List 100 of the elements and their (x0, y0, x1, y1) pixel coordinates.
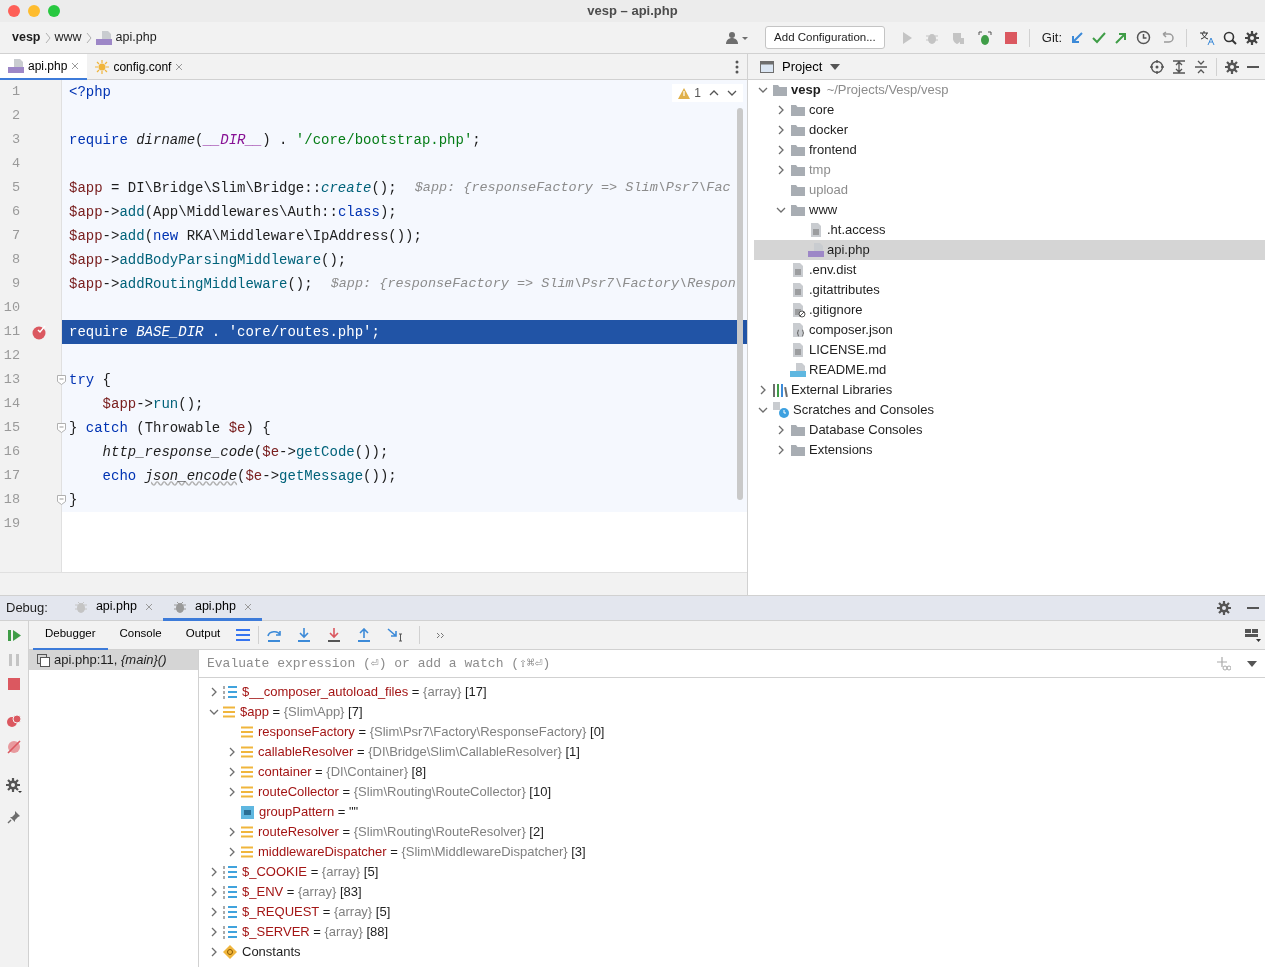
tree-item[interactable]: .ht.access (754, 220, 1265, 240)
expand-all-icon[interactable] (1172, 59, 1186, 74)
tree-item[interactable]: docker (754, 120, 1265, 140)
editor-tab[interactable]: api.php (0, 53, 88, 80)
chevron-right-icon[interactable] (229, 767, 235, 777)
tree-item[interactable]: Extensions (754, 440, 1265, 460)
variable-entry[interactable]: $_ENV = {array} [83] (242, 882, 362, 902)
variable-entry[interactable]: $_REQUEST = {array} [5] (242, 902, 391, 922)
variable-entry[interactable]: $_COOKIE = {array} [5] (242, 862, 379, 882)
chevron-right-icon[interactable] (211, 687, 217, 697)
breadcrumb-item[interactable]: www (54, 28, 82, 47)
chevron-right-icon[interactable] (211, 927, 217, 937)
chevron-right-icon[interactable] (778, 125, 784, 135)
pin-icon[interactable] (7, 810, 21, 824)
tree-item[interactable]: core (754, 100, 1265, 120)
breadcrumb-item[interactable]: api.php (115, 28, 157, 47)
fold-marker-icon[interactable] (57, 495, 66, 505)
fold-marker-icon[interactable] (57, 375, 66, 385)
scrollbar[interactable] (737, 108, 743, 500)
resume-icon[interactable] (7, 629, 21, 642)
chevron-up-icon[interactable] (709, 90, 719, 96)
chevrons-icon[interactable] (436, 631, 446, 639)
close-window-button[interactable] (8, 5, 20, 17)
run-to-cursor-icon[interactable] (387, 628, 404, 642)
editor-tab[interactable]: config.conf (87, 53, 192, 80)
mute-breakpoints-icon[interactable] (7, 740, 21, 754)
tree-item[interactable]: www (754, 200, 1265, 220)
force-step-into-icon[interactable] (327, 628, 342, 642)
variable-entry[interactable]: groupPattern = "" (259, 802, 359, 822)
chevron-right-icon[interactable] (211, 947, 217, 957)
push-arrow-icon[interactable] (1114, 30, 1128, 45)
dropdown-caret-icon[interactable] (1247, 660, 1257, 667)
variable-entry[interactable]: $app = {Slim\App} [7] (240, 702, 363, 722)
variable-entry[interactable]: $_SERVER = {array} [88] (242, 922, 389, 942)
translate-icon[interactable] (1199, 29, 1215, 46)
step-over-icon[interactable] (267, 628, 282, 642)
tree-item[interactable]: LICENSE.md (754, 340, 1265, 360)
chevron-down-icon[interactable] (758, 407, 768, 413)
variable-entry[interactable]: routeCollector = {Slim\Routing\RouteCollector} [10] (258, 782, 552, 802)
chevron-right-icon[interactable] (229, 787, 235, 797)
variable-entry[interactable]: container = {DI\Container} [8] (258, 762, 427, 782)
tree-item[interactable]: frontend (754, 140, 1265, 160)
debugger-tab[interactable]: Console (107, 620, 174, 650)
chevron-right-icon[interactable] (760, 385, 766, 395)
frames-list-icon[interactable] (236, 629, 251, 641)
variable-entry[interactable]: callableResolver = {DI\Bridge\Slim\CallableResolver} [1] (258, 742, 580, 762)
search-icon[interactable] (1223, 30, 1237, 45)
settings-icon[interactable] (1245, 30, 1259, 45)
chevron-down-icon[interactable] (209, 709, 219, 715)
tree-item[interactable]: .env.dist (754, 260, 1265, 280)
more-options-icon[interactable] (735, 59, 739, 74)
variable-entry[interactable]: $__composer_autoload_files = {array} [17] (242, 682, 487, 702)
crosshair-icon[interactable] (1150, 59, 1164, 74)
stop-icon[interactable] (1004, 31, 1017, 44)
tree-item[interactable]: composer.json (754, 320, 1265, 340)
attach-debugger-icon[interactable] (976, 29, 993, 46)
tree-item[interactable]: .gitignore (754, 300, 1265, 320)
tree-item[interactable]: External Libraries (754, 380, 1265, 400)
chevron-right-icon[interactable] (778, 105, 784, 115)
chevron-right-icon[interactable] (778, 425, 784, 435)
update-arrow-icon[interactable] (1070, 30, 1084, 45)
settings-icon[interactable] (6, 778, 22, 794)
step-out-icon[interactable] (357, 628, 372, 642)
tree-item[interactable]: vesp ~/Projects/Vesp/vesp (754, 80, 1265, 100)
stack-frame[interactable]: api.php:11, {main}() (29, 650, 198, 670)
chevron-down-icon[interactable] (758, 87, 768, 93)
breakpoint-icon[interactable] (32, 324, 47, 340)
tree-item[interactable]: upload (754, 180, 1265, 200)
chevron-right-icon[interactable] (211, 907, 217, 917)
debugger-tab[interactable]: Output (173, 620, 233, 650)
chevron-right-icon[interactable] (211, 867, 217, 877)
chevron-right-icon[interactable] (229, 827, 235, 837)
check-icon[interactable] (1092, 30, 1106, 45)
chevron-down-icon[interactable] (776, 207, 786, 213)
chevron-right-icon[interactable] (211, 887, 217, 897)
debug-session-tab[interactable]: api.php (63, 595, 163, 621)
watch-expression-input[interactable]: Evaluate expression (⏎) or add a watch (⇧⌘⏎) (199, 652, 1217, 675)
variable-entry[interactable]: Constants (242, 942, 301, 962)
settings-icon[interactable] (1225, 59, 1239, 74)
history-icon[interactable] (1136, 30, 1151, 45)
add-configuration-button[interactable]: Add Configuration... (765, 25, 885, 50)
tree-item[interactable]: .gitattributes (754, 280, 1265, 300)
settings-icon[interactable] (1217, 601, 1231, 615)
tree-item[interactable]: Database Consoles (754, 420, 1265, 440)
collapse-all-icon[interactable] (1194, 59, 1208, 74)
variable-entry[interactable]: routeResolver = {Slim\Routing\RouteResolver} [2] (258, 822, 544, 842)
layout-icon[interactable] (1245, 628, 1261, 642)
user-icon[interactable] (725, 30, 750, 45)
breakpoints-icon[interactable] (6, 714, 22, 728)
tree-item[interactable]: Scratches and Consoles (754, 400, 1265, 420)
chevron-right-icon[interactable] (778, 445, 784, 455)
variable-entry[interactable]: middlewareDispatcher = {Slim\MiddlewareDispatcher} [3] (258, 842, 586, 862)
step-into-icon[interactable] (297, 628, 312, 642)
chevron-right-icon[interactable] (778, 145, 784, 155)
chevron-down-icon[interactable] (727, 90, 737, 96)
tree-item[interactable]: README.md (754, 360, 1265, 380)
chevron-right-icon[interactable] (229, 747, 235, 757)
tree-item[interactable]: tmp (754, 160, 1265, 180)
fold-marker-icon[interactable] (57, 423, 66, 433)
project-view-dropdown[interactable]: Project (782, 58, 841, 75)
